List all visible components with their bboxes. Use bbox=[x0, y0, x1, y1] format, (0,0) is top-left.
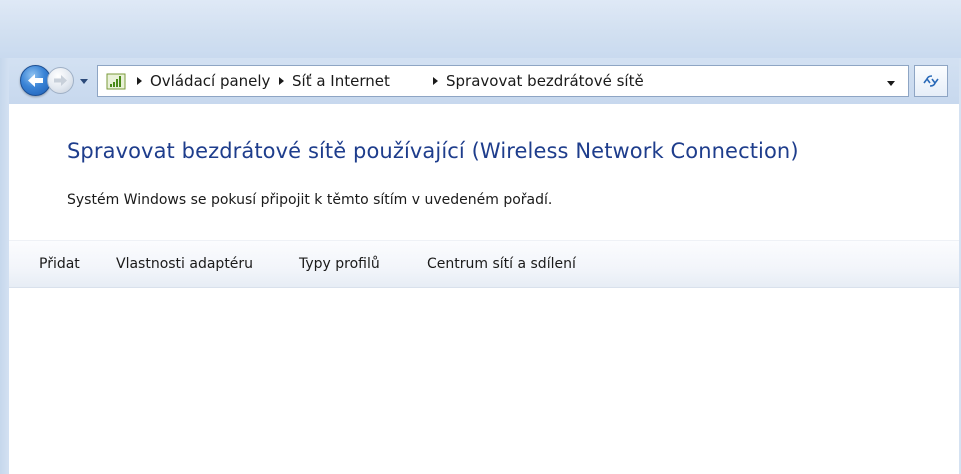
page-title: Spravovat bezdrátové sítě používající (W… bbox=[67, 139, 799, 163]
breadcrumb-separator-icon[interactable] bbox=[134, 74, 144, 88]
navigation-bar: Ovládací panely Síť a Internet Spravovat… bbox=[0, 58, 961, 104]
breadcrumb-separator-icon[interactable] bbox=[430, 74, 440, 88]
add-network-button[interactable]: Přidat bbox=[39, 255, 80, 273]
window-title-bar bbox=[0, 0, 961, 58]
window-frame-left bbox=[0, 58, 9, 474]
network-signal-icon bbox=[106, 73, 126, 90]
adapter-properties-button[interactable]: Vlastnosti adaptéru bbox=[116, 255, 253, 273]
forward-button[interactable] bbox=[47, 67, 74, 94]
breadcrumb-manage-wireless[interactable]: Spravovat bezdrátové sítě bbox=[446, 71, 644, 91]
command-bar: Přidat Vlastnosti adaptéru Typy profilů … bbox=[9, 240, 959, 288]
breadcrumb-network-internet[interactable]: Síť a Internet bbox=[292, 71, 390, 91]
recent-pages-chevron-down-icon[interactable] bbox=[79, 76, 89, 86]
forward-arrow-icon bbox=[54, 75, 67, 86]
back-arrow-icon bbox=[28, 74, 43, 87]
page-description: Systém Windows se pokusí připojit k těmt… bbox=[67, 192, 553, 208]
refresh-icon bbox=[923, 75, 939, 87]
profile-types-button[interactable]: Typy profilů bbox=[299, 255, 380, 273]
address-history-chevron-down-icon[interactable] bbox=[885, 78, 897, 88]
network-sharing-center-button[interactable]: Centrum sítí a sdílení bbox=[427, 255, 576, 273]
content-area: Spravovat bezdrátové sítě používající (W… bbox=[9, 104, 959, 474]
breadcrumb-separator-icon[interactable] bbox=[276, 74, 286, 88]
address-bar[interactable]: Ovládací panely Síť a Internet Spravovat… bbox=[97, 65, 909, 97]
refresh-button[interactable] bbox=[914, 65, 948, 97]
breadcrumb-control-panel[interactable]: Ovládací panely bbox=[150, 71, 270, 91]
